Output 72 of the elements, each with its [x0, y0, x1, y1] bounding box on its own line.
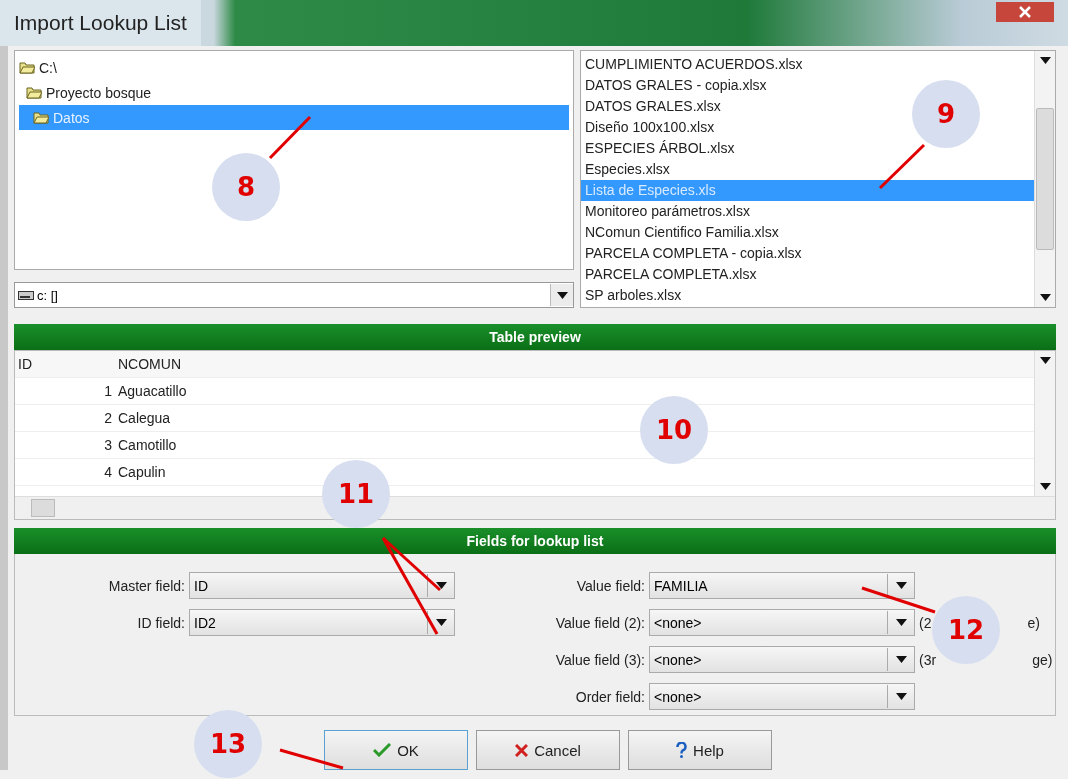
- table-cell-text: 4: [103, 464, 113, 480]
- help-button[interactable]: Help: [628, 730, 772, 770]
- table-cell-text: Aguacatillo: [117, 383, 188, 399]
- field-dropdown[interactable]: <none>: [649, 609, 915, 636]
- field-label: Value field (2):: [554, 614, 645, 631]
- file-item[interactable]: ESPECIES ÁRBOL.xlsx: [581, 138, 739, 159]
- section-header: Fields for lookup list: [14, 528, 1056, 554]
- leader-line: [279, 748, 344, 770]
- caret-icon: [435, 619, 447, 626]
- field-dropdown[interactable]: ID: [189, 572, 455, 599]
- leader-line: [878, 143, 926, 190]
- file-item[interactable]: CUMPLIMIENTO ACUERDOS.xlsx: [581, 54, 807, 75]
- file-item[interactable]: PARCELA COMPLETA - copia.xlsx: [581, 243, 806, 264]
- folder-icon: [33, 111, 49, 124]
- drive-icon: [18, 290, 34, 300]
- caret-icon: [895, 582, 907, 589]
- scrollbar[interactable]: [1034, 51, 1055, 307]
- scrollbar[interactable]: [1034, 351, 1055, 496]
- field-dropdown[interactable]: <none>: [649, 646, 915, 673]
- file-item[interactable]: DATOS GRALES.xlsx: [581, 96, 725, 117]
- table-cell-text: Capulin: [117, 464, 167, 480]
- section-header: Table preview: [14, 324, 1056, 350]
- file-item[interactable]: PARCELA COMPLETA.xlsx: [581, 264, 761, 285]
- cross-icon: [515, 743, 529, 757]
- caret-icon: [556, 291, 568, 299]
- checkmark-icon: [373, 743, 392, 757]
- question-mark-icon: [676, 742, 688, 758]
- field-label: Order field:: [574, 688, 645, 705]
- folder-icon: [26, 86, 42, 99]
- field-dropdown[interactable]: FAMILIA: [649, 572, 915, 599]
- cancel-button[interactable]: Cancel: [476, 730, 620, 770]
- folder-item[interactable]: Proyecto bosque: [19, 80, 569, 105]
- file-item[interactable]: DATOS GRALES - copia.xlsx: [581, 75, 771, 96]
- caret-icon: [895, 619, 907, 626]
- field-hint: (2: [919, 614, 932, 631]
- caret-icon: [1039, 57, 1051, 64]
- column-header: NCOMUN: [117, 356, 182, 372]
- table-cell-text: Calegua: [117, 410, 172, 426]
- folder-item[interactable]: C:\: [19, 55, 569, 80]
- folder-icon: [19, 61, 35, 74]
- column-header: ID: [17, 356, 33, 372]
- close-button[interactable]: [996, 2, 1054, 22]
- field-label: Value field:: [575, 577, 645, 594]
- field-label: Master field:: [107, 577, 185, 594]
- field-dropdown[interactable]: ID2: [189, 609, 455, 636]
- file-item[interactable]: Monitoreo parámetros.xlsx: [581, 201, 754, 222]
- close-icon: [1019, 6, 1031, 18]
- file-item[interactable]: Especies.xlsx: [581, 159, 674, 180]
- caret-icon: [1039, 483, 1051, 490]
- field-label: Value field (3):: [554, 651, 645, 668]
- table-cell-text: 1: [103, 383, 113, 399]
- callout-number: 13: [194, 710, 262, 778]
- caret-icon: [435, 582, 447, 589]
- window-title: Import Lookup List: [0, 0, 201, 46]
- field-dropdown[interactable]: <none>: [649, 683, 915, 710]
- caret-icon: [1039, 357, 1051, 364]
- file-item[interactable]: Diseño 100x100.xlsx: [581, 117, 719, 138]
- file-item[interactable]: SP arboles.xlsx: [581, 285, 686, 306]
- field-hint: (3r: [919, 651, 937, 668]
- drive-dropdown[interactable]: c: []: [14, 282, 574, 308]
- table-cell-text: 3: [103, 437, 113, 453]
- table-cell-text: 2: [103, 410, 113, 426]
- caret-icon: [895, 656, 907, 663]
- table-cell-text: Camotillo: [117, 437, 178, 453]
- caret-icon: [1039, 294, 1051, 301]
- ok-button[interactable]: OK: [324, 730, 468, 770]
- leader-line: [268, 115, 312, 160]
- field-label: ID field:: [136, 614, 185, 631]
- caret-icon: [895, 693, 907, 700]
- field-hint: e): [1027, 614, 1040, 631]
- field-hint: ge): [1032, 651, 1053, 668]
- file-item[interactable]: NComun Cientifico Familia.xlsx: [581, 222, 783, 243]
